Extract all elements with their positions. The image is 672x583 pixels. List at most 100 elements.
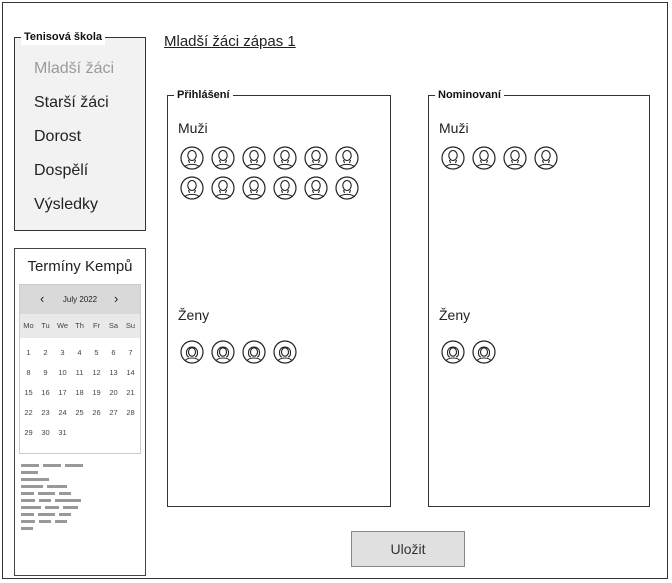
calendar-day[interactable]: 14 xyxy=(124,368,137,377)
calendar-day[interactable]: 8 xyxy=(22,368,35,377)
calendar-day[interactable]: 24 xyxy=(56,408,69,417)
calendar-weekday: Fr xyxy=(92,321,101,330)
male-user-icon[interactable] xyxy=(441,146,465,172)
text-line xyxy=(21,471,38,474)
nominated-women-list xyxy=(441,340,641,370)
male-user-icon[interactable] xyxy=(242,176,266,202)
male-user-icon[interactable] xyxy=(534,146,558,172)
calendar-day[interactable]: 3 xyxy=(56,348,69,357)
nav-item-dorost[interactable]: Dorost xyxy=(34,128,81,146)
female-user-icon[interactable] xyxy=(472,340,496,366)
female-user-icon[interactable] xyxy=(242,340,266,366)
nav-legend: Tenisová škola xyxy=(21,29,106,45)
calendar-weekday: Sa xyxy=(108,321,119,330)
male-user-icon[interactable] xyxy=(503,146,527,172)
calendar-day[interactable]: 6 xyxy=(107,348,120,357)
match-title-link[interactable]: Mladší žáci zápas 1 xyxy=(164,33,296,50)
nav-item-vysledky[interactable]: Výsledky xyxy=(34,196,98,214)
calendar-weekday: Su xyxy=(125,321,136,330)
calendar-day[interactable]: 26 xyxy=(90,408,103,417)
male-user-icon[interactable] xyxy=(472,146,496,172)
text-line xyxy=(21,527,33,530)
calendar-day[interactable]: 10 xyxy=(56,368,69,377)
text-line xyxy=(45,506,59,509)
calendar-day[interactable]: 4 xyxy=(73,348,86,357)
text-line xyxy=(38,492,55,495)
calendar-day[interactable]: 22 xyxy=(22,408,35,417)
nav-item-starsi-zaci[interactable]: Starší žáci xyxy=(34,94,109,112)
calendar-day[interactable]: 13 xyxy=(107,368,120,377)
calendar-day[interactable]: 31 xyxy=(56,428,69,437)
calendar-day[interactable]: 12 xyxy=(90,368,103,377)
text-line xyxy=(39,520,51,523)
calendar-day[interactable]: 9 xyxy=(39,368,52,377)
calendar-weekday: Th xyxy=(75,321,84,330)
calendar-day[interactable]: 5 xyxy=(90,348,103,357)
text-line xyxy=(21,464,39,467)
calendar-day[interactable]: 30 xyxy=(39,428,52,437)
text-line xyxy=(21,478,49,481)
nav-item-mladsi-zaci[interactable]: Mladší žáci xyxy=(34,60,114,78)
calendar-day[interactable]: 25 xyxy=(73,408,86,417)
registered-legend: Přihlášení xyxy=(174,87,233,103)
text-line xyxy=(21,506,41,509)
calendar-weekday: We xyxy=(56,321,69,330)
calendar-day[interactable]: 18 xyxy=(73,388,86,397)
male-user-icon[interactable] xyxy=(180,146,204,172)
registered-men-label: Muži xyxy=(178,120,208,136)
calendar-weekday: Tu xyxy=(41,321,50,330)
text-line xyxy=(55,499,81,502)
calendar-day[interactable]: 28 xyxy=(124,408,137,417)
calendar-month-label: July 2022 xyxy=(62,295,98,304)
calendar-header: ‹ July 2022 › xyxy=(20,285,140,314)
nominated-men-label: Muži xyxy=(439,120,469,136)
text-line xyxy=(43,464,61,467)
male-user-icon[interactable] xyxy=(180,176,204,202)
text-line xyxy=(21,499,35,502)
nav-panel: Tenisová škola Mladší žáci Starší žáci D… xyxy=(14,29,146,231)
male-user-icon[interactable] xyxy=(304,146,328,172)
save-button[interactable]: Uložit xyxy=(351,531,465,567)
nominated-women-label: Ženy xyxy=(439,307,471,323)
male-user-icon[interactable] xyxy=(273,146,297,172)
male-user-icon[interactable] xyxy=(211,176,235,202)
calendar-day[interactable]: 15 xyxy=(22,388,35,397)
nominated-panel: Nominovaní Muži Ženy xyxy=(428,87,650,507)
male-user-icon[interactable] xyxy=(273,176,297,202)
nominated-men-list xyxy=(441,146,641,176)
male-user-icon[interactable] xyxy=(304,176,328,202)
calendar-day[interactable]: 7 xyxy=(124,348,137,357)
nav-item-dospeli[interactable]: Dospělí xyxy=(34,162,88,180)
female-user-icon[interactable] xyxy=(273,340,297,366)
male-user-icon[interactable] xyxy=(335,146,359,172)
nominated-legend: Nominovaní xyxy=(435,87,504,103)
male-user-icon[interactable] xyxy=(242,146,266,172)
text-line xyxy=(47,485,67,488)
camps-title: Termíny Kempů xyxy=(27,258,133,275)
calendar-day[interactable]: 27 xyxy=(107,408,120,417)
text-line xyxy=(59,492,71,495)
calendar-day[interactable]: 29 xyxy=(22,428,35,437)
registered-panel: Přihlášení Muži Ženy xyxy=(167,87,391,507)
text-line xyxy=(39,499,51,502)
male-user-icon[interactable] xyxy=(335,176,359,202)
calendar-day[interactable]: 17 xyxy=(56,388,69,397)
calendar-day[interactable]: 20 xyxy=(107,388,120,397)
text-line xyxy=(21,492,34,495)
registered-women-label: Ženy xyxy=(178,307,210,323)
calendar-next-button[interactable]: › xyxy=(114,292,118,305)
text-line xyxy=(59,513,71,516)
calendar-day[interactable]: 19 xyxy=(90,388,103,397)
calendar-day[interactable]: 2 xyxy=(39,348,52,357)
text-line xyxy=(38,513,55,516)
female-user-icon[interactable] xyxy=(441,340,465,366)
calendar-day[interactable]: 16 xyxy=(39,388,52,397)
female-user-icon[interactable] xyxy=(211,340,235,366)
calendar-day[interactable]: 11 xyxy=(73,368,86,377)
text-line xyxy=(65,464,83,467)
calendar-day[interactable]: 1 xyxy=(22,348,35,357)
calendar-day[interactable]: 21 xyxy=(124,388,137,397)
calendar-day[interactable]: 23 xyxy=(39,408,52,417)
female-user-icon[interactable] xyxy=(180,340,204,366)
male-user-icon[interactable] xyxy=(211,146,235,172)
